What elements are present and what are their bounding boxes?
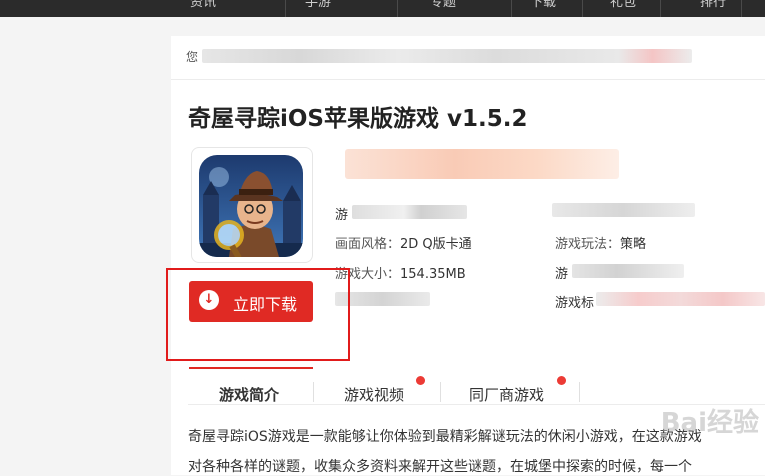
nav-divider <box>741 0 742 17</box>
active-tab-indicator <box>189 367 313 369</box>
tab-same-developer[interactable]: 同厂商游戏 <box>469 384 544 405</box>
nav-item[interactable]: 下载 <box>530 0 556 17</box>
info-type-label: 游 <box>335 208 349 223</box>
info-style-label: 画面风格： <box>335 237 401 252</box>
tab-divider <box>440 382 441 402</box>
description-line-1: 奇屋寻踪iOS游戏是一款能够让你体验到最精彩解谜玩法的休闲小游戏，在这款游戏 <box>188 429 702 445</box>
tab-same-developer-badge <box>557 376 566 385</box>
description-line-2: 对各种各样的谜题，收集众多资料来解开这些谜题，在城堡中探索的时候，每一个 <box>188 459 692 475</box>
top-nav-bar: 资讯 手游 专题 下载 礼包 排行 <box>0 0 765 17</box>
tab-divider <box>313 382 314 402</box>
nav-item[interactable]: 专题 <box>430 0 456 17</box>
promo-banner[interactable] <box>345 149 619 179</box>
tab-intro[interactable]: 游戏简介 <box>219 384 279 405</box>
divider <box>171 79 765 80</box>
info-gameplay: 游戏玩法：策略 <box>555 233 646 252</box>
info-version-blurred <box>572 264 684 278</box>
nav-divider <box>660 0 661 17</box>
page-title: 奇屋寻踪iOS苹果版游戏 v1.5.2 <box>188 106 528 132</box>
watermark: Bai经验 <box>660 408 759 438</box>
nav-item[interactable]: 资讯 <box>190 0 216 17</box>
app-icon <box>199 155 303 257</box>
info-style: 画面风格：2D Q版卡通 <box>335 233 472 252</box>
tab-video-badge <box>416 376 425 385</box>
highlight-annotation-box <box>166 268 350 361</box>
info-gameplay-value: 策略 <box>620 237 647 252</box>
nav-divider <box>397 0 398 17</box>
nav-divider <box>582 0 583 17</box>
tab-video[interactable]: 游戏视频 <box>344 384 404 405</box>
breadcrumb-blurred <box>202 49 692 63</box>
nav-item[interactable]: 手游 <box>305 0 331 17</box>
nav-divider <box>511 0 512 17</box>
info-gameplay-label: 游戏玩法： <box>555 237 621 252</box>
info-type-blurred <box>352 205 467 219</box>
info-lang-blurred <box>552 203 695 217</box>
nav-divider <box>285 0 286 17</box>
tab-divider <box>579 382 580 402</box>
info-style-value: 2D Q版卡通 <box>400 237 472 252</box>
info-size-value: 154.35MB <box>400 267 466 282</box>
info-tags-blurred <box>596 292 765 306</box>
nav-item[interactable]: 排行 <box>700 0 726 17</box>
info-tag-label: 游戏标 <box>555 296 595 311</box>
info-version-label: 游 <box>555 267 569 282</box>
app-icon-frame <box>191 147 313 263</box>
nav-item[interactable]: 礼包 <box>610 0 636 17</box>
breadcrumb: 您 <box>186 50 199 64</box>
info-size: 游戏大小：154.35MB <box>335 263 466 282</box>
